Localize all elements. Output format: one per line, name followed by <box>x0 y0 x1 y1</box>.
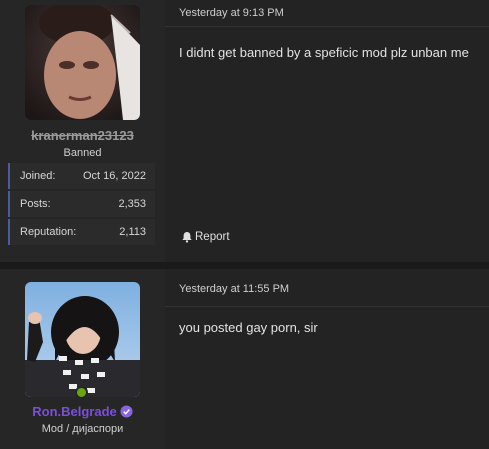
stat-value: 2,113 <box>119 226 146 238</box>
stat-label: Joined: <box>20 170 56 182</box>
post-message-area: Yesterday at 11:55 PM you posted gay por… <box>165 269 489 449</box>
username[interactable]: kranerman23123 <box>0 128 165 143</box>
avatar[interactable] <box>25 282 140 397</box>
stat-label: Posts: <box>20 198 51 210</box>
online-status-icon <box>75 386 88 399</box>
post-body: you posted gay porn, sir <box>179 320 318 335</box>
post-user-info: Ron.Belgrade Mod / дијаспори <box>0 269 165 449</box>
user-title: Banned <box>63 147 102 159</box>
verified-badge-icon <box>120 405 133 418</box>
post-separator <box>0 262 489 269</box>
stat-label: Reputation: <box>20 226 77 238</box>
post-timestamp[interactable]: Yesterday at 9:13 PM <box>179 7 284 19</box>
post: kranerman23123 Banned Joined: Oct 16, 20… <box>0 0 489 262</box>
report-label: Report <box>195 231 230 243</box>
post-message-area: Yesterday at 9:13 PM I didnt get banned … <box>165 0 489 262</box>
post: Ron.Belgrade Mod / дијаспори Yesterday a… <box>0 269 489 449</box>
divider <box>165 26 489 27</box>
stat-value: 2,353 <box>118 198 146 210</box>
post-user-info: kranerman23123 Banned Joined: Oct 16, 20… <box>0 0 165 262</box>
username-text: Ron.Belgrade <box>32 404 117 419</box>
username[interactable]: Ron.Belgrade <box>0 404 165 419</box>
stat-joined: Joined: Oct 16, 2022 <box>8 163 155 189</box>
stat-reputation: Reputation: 2,113 <box>8 219 155 245</box>
post-body: I didnt get banned by a speficic mod plz… <box>179 45 469 60</box>
stat-posts: Posts: 2,353 <box>8 191 155 217</box>
avatar[interactable] <box>25 5 140 120</box>
stat-value: Oct 16, 2022 <box>83 170 146 182</box>
post-timestamp[interactable]: Yesterday at 11:55 PM <box>179 283 289 295</box>
bell-icon <box>182 232 192 243</box>
divider <box>165 306 489 307</box>
report-button[interactable]: Report <box>181 231 230 243</box>
user-title: Mod / дијаспори <box>41 423 124 435</box>
